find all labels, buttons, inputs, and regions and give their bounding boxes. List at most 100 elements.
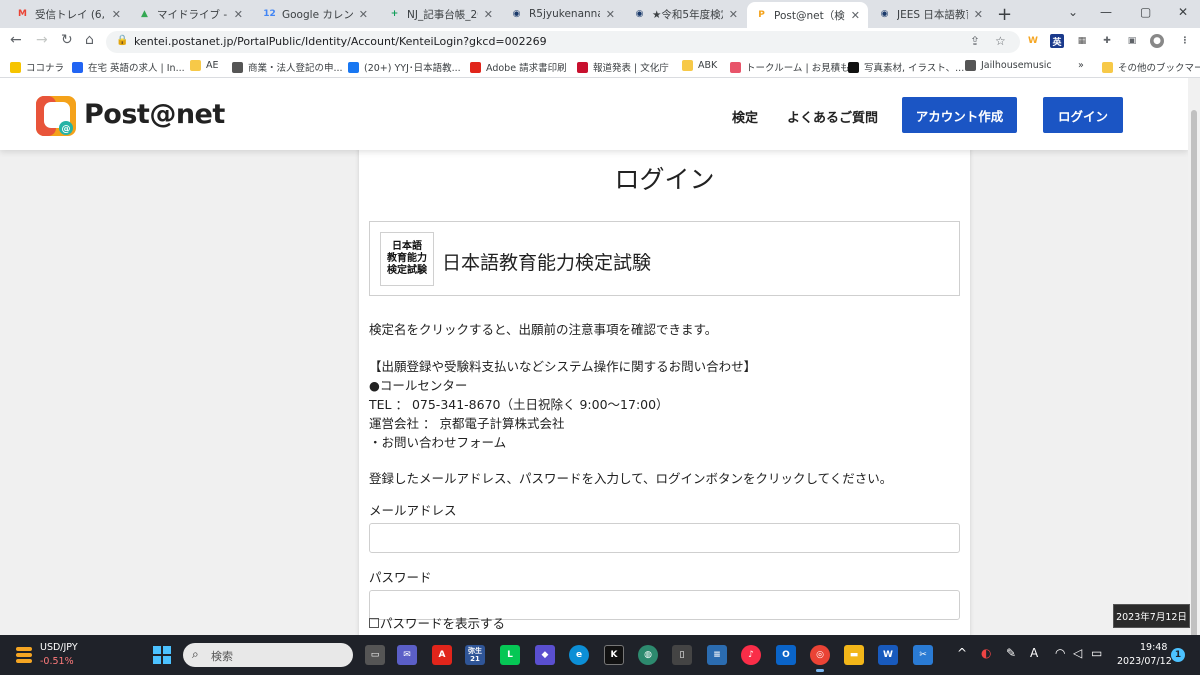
close-tab-icon[interactable]: ✕ (729, 8, 738, 21)
site-logo-text[interactable]: Post@net (84, 99, 225, 130)
browser-tab[interactable]: ◉ JEES 日本語教育 ✕ (870, 0, 991, 28)
postanet-logo-icon[interactable]: @ (36, 96, 76, 136)
page-scrollbar[interactable] (1188, 78, 1200, 640)
checkbox-box[interactable] (369, 617, 379, 628)
widget-currency-pair[interactable]: USD/JPY (40, 642, 78, 653)
acrobat-icon[interactable]: A (432, 645, 452, 665)
home-icon[interactable]: ⌂ (85, 32, 94, 48)
scrollbar-thumb[interactable] (1191, 110, 1197, 640)
globe-app-icon[interactable]: ◍ (638, 645, 658, 665)
bookmark-item[interactable]: Adobe 請求書印刷 (470, 60, 567, 74)
edge-icon[interactable]: e (569, 645, 589, 665)
page-viewport: @ Post@net 検定 よくあるご質問 アカウント作成 ログイン ログイン … (0, 78, 1188, 635)
tab-title: 受信トレイ (6,162) (35, 8, 106, 21)
browser-tab[interactable]: M 受信トレイ (6,162) ✕ (8, 0, 129, 28)
extensions-puzzle-icon[interactable]: ✚ (1100, 34, 1114, 48)
other-bookmarks-folder[interactable]: その他のブックマーク (1102, 60, 1200, 74)
kindle-icon[interactable]: K (604, 645, 624, 665)
close-tab-icon[interactable]: ✕ (112, 8, 121, 21)
new-tab-button[interactable]: + (997, 4, 1012, 25)
bookmark-item[interactable]: 在宅 英語の求人 | In... (72, 60, 185, 74)
bookmark-item[interactable]: 報道発表 | 文化庁 (577, 60, 669, 74)
nav-kentei-link[interactable]: 検定 (732, 107, 758, 126)
address-bar[interactable]: 🔒 kentei.postanet.jp/PortalPublic/Identi… (106, 31, 1020, 53)
tray-pen-icon[interactable]: ✎ (1006, 646, 1016, 660)
bookmark-item[interactable]: 写真素材, イラスト、... (848, 60, 964, 74)
eye-icon: ◉ (880, 9, 889, 19)
lock-icon[interactable]: 🔒 (116, 35, 128, 46)
create-account-button[interactable]: アカウント作成 (902, 97, 1017, 133)
exam-selector[interactable]: 日本語 教育能力 検定試験 日本語教育能力検定試験 (369, 221, 960, 296)
exam-name-link[interactable]: 日本語教育能力検定試験 (442, 248, 651, 275)
notepad-icon[interactable]: ≡ (707, 645, 727, 665)
bookmark-item[interactable]: AE (190, 60, 219, 71)
close-window-icon[interactable]: ✕ (1178, 5, 1188, 19)
browser-tab[interactable]: + NJ_記事台帳_202 ✕ (380, 0, 501, 28)
start-button[interactable] (153, 646, 171, 664)
close-tab-icon[interactable]: ✕ (606, 8, 615, 21)
bookmark-item[interactable]: ABK (682, 60, 717, 71)
outlook-icon[interactable]: O (776, 645, 796, 665)
clock-date[interactable]: 2023/07/12 (1117, 656, 1172, 667)
line-icon[interactable]: L (500, 645, 520, 665)
side-panel-icon[interactable]: ▣ (1125, 34, 1139, 48)
task-view-icon[interactable]: ▭ (365, 645, 385, 665)
wifi-icon[interactable]: ◠ (1055, 646, 1065, 660)
close-tab-icon[interactable]: ✕ (851, 9, 860, 22)
bookmark-item[interactable]: 商業・法人登記の申... (232, 60, 343, 74)
browser-tab[interactable]: ▲ マイドライブ - Goog ✕ (130, 0, 251, 28)
bookmark-item[interactable]: (20+) YYJ･日本語教... (348, 60, 461, 74)
file-explorer-icon[interactable]: ▬ (844, 645, 864, 665)
profile-avatar-icon[interactable]: ● (1150, 34, 1164, 48)
close-tab-icon[interactable]: ✕ (974, 8, 983, 21)
extension-w-icon[interactable]: W (1026, 34, 1040, 48)
itunes-icon[interactable]: ♪ (741, 645, 761, 665)
tray-overflow-icon[interactable]: ^ (957, 646, 967, 660)
word-icon[interactable]: W (878, 645, 898, 665)
bookmark-item[interactable]: Jailhousemusic (965, 60, 1052, 71)
bookmark-item[interactable]: ココナラ (10, 60, 64, 74)
extension-dictionary-icon[interactable]: 英 (1050, 34, 1064, 48)
bookmark-star-icon[interactable]: ☆ (995, 34, 1006, 48)
maximize-icon[interactable]: ▢ (1140, 5, 1151, 19)
back-icon[interactable]: ← (10, 32, 22, 48)
close-tab-icon[interactable]: ✕ (484, 8, 493, 21)
teams-chat-icon[interactable]: ✉ (397, 645, 417, 665)
taskbar-search[interactable]: ⌕ 検索 (183, 643, 353, 667)
minimize-icon[interactable]: — (1100, 5, 1112, 19)
extension-image-icon[interactable]: ▦ (1075, 34, 1089, 48)
show-password-checkbox[interactable]: パスワードを表示する (369, 613, 505, 632)
forward-icon[interactable]: → (36, 32, 48, 48)
bookmark-item[interactable]: トークルーム | お見積も... (730, 60, 859, 74)
close-tab-icon[interactable]: ✕ (359, 8, 368, 21)
currency-widget-icon[interactable] (14, 644, 34, 664)
device-icon[interactable]: ▯ (672, 645, 692, 665)
calendar-app-icon[interactable]: 弥生 21 (465, 645, 485, 665)
tray-security-icon[interactable]: ◐ (981, 646, 991, 660)
battery-icon[interactable]: ▭ (1091, 646, 1102, 660)
email-field[interactable] (369, 523, 960, 553)
tab-search-icon[interactable]: ⌄ (1068, 5, 1078, 19)
browser-menu-icon[interactable]: ⋮ (1178, 34, 1192, 48)
inquiry-form-link[interactable]: ・お問い合わせフォーム (369, 432, 506, 451)
browser-tab[interactable]: ◉ R5jyukenannai.pc ✕ (502, 0, 623, 28)
bookmarks-overflow-button[interactable]: » (1078, 60, 1084, 71)
snipping-tool-icon[interactable]: ✂ (913, 645, 933, 665)
clock-time[interactable]: 19:48 (1140, 642, 1167, 653)
volume-icon[interactable]: ◁ (1073, 646, 1082, 660)
widget-currency-change[interactable]: -0.51% (40, 656, 74, 667)
chrome-icon[interactable]: ◎ (810, 645, 830, 672)
browser-tab[interactable]: ◉ ★令和5年度検定 ✕ (625, 0, 746, 28)
header-login-button[interactable]: ログイン (1043, 97, 1123, 133)
nav-faq-link[interactable]: よくあるご質問 (787, 107, 878, 126)
browser-tab[interactable]: 12 Google カレンダー ✕ (255, 0, 376, 28)
close-tab-icon[interactable]: ✕ (234, 8, 243, 21)
share-icon[interactable]: ⇪ (970, 34, 980, 48)
url-text[interactable]: kentei.postanet.jp/PortalPublic/Identity… (134, 35, 547, 48)
exam-logo-icon[interactable]: 日本語 教育能力 検定試験 (380, 232, 434, 286)
ime-indicator[interactable]: A (1030, 646, 1038, 660)
browser-tab[interactable]: P Post@net（検定 ✕ (747, 2, 868, 28)
copilot-icon[interactable]: ◆ (535, 645, 555, 665)
reload-icon[interactable]: ↻ (61, 32, 73, 48)
notification-badge[interactable]: 1 (1171, 648, 1185, 662)
